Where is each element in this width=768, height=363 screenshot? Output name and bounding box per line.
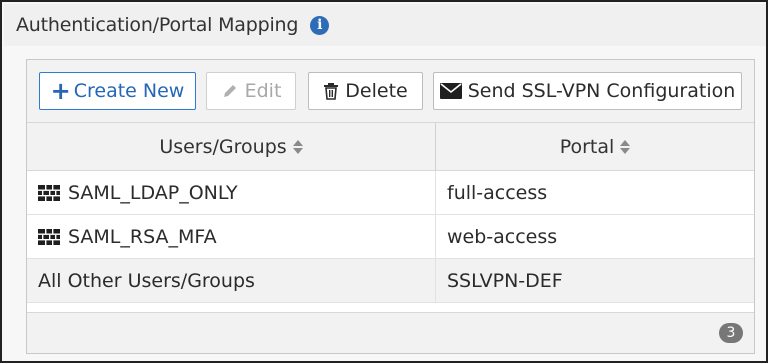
table-row[interactable]: SAML_LDAP_ONLY full-access (27, 171, 754, 215)
portal-name: web-access (447, 225, 558, 248)
users-groups-cell: All Other Users/Groups (27, 259, 436, 302)
plus-icon: + (50, 77, 71, 105)
table-row-all-other[interactable]: All Other Users/Groups SSLVPN-DEF (27, 259, 754, 303)
users-groups-cell: SAML_LDAP_ONLY (27, 171, 436, 214)
portal-cell: full-access (436, 171, 754, 214)
user-group-name: SAML_LDAP_ONLY (68, 181, 238, 204)
column-header-portal[interactable]: Portal (436, 123, 754, 170)
column-label: Users/Groups (159, 135, 287, 158)
delete-label: Delete (345, 80, 408, 102)
send-ssl-vpn-label: Send SSL-VPN Configuration (467, 80, 736, 102)
edit-label: Edit (244, 80, 282, 102)
portal-name: SSLVPN-DEF (447, 269, 563, 292)
column-label: Portal (559, 135, 615, 158)
delete-button[interactable]: Delete (308, 72, 423, 110)
create-new-label: Create New (73, 80, 185, 102)
user-group-name: All Other Users/Groups (38, 269, 255, 292)
user-group-icon (38, 184, 60, 201)
trash-icon (323, 82, 339, 100)
envelope-icon (439, 83, 462, 99)
mapping-frame: Authentication/Portal Mapping i + Create… (0, 0, 768, 363)
table-footer: 3 (27, 312, 754, 353)
section-title: Authentication/Portal Mapping (16, 14, 299, 36)
section-header: Authentication/Portal Mapping i (4, 4, 766, 46)
pencil-icon (221, 82, 239, 100)
row-count-badge: 3 (719, 323, 743, 343)
table-header: Users/Groups Portal (27, 122, 754, 171)
sort-icon (620, 139, 631, 154)
portal-cell: web-access (436, 215, 754, 258)
create-new-button[interactable]: + Create New (39, 72, 196, 110)
info-icon[interactable]: i (310, 15, 330, 35)
mapping-table: Users/Groups Portal SAML_LDAP_ONLY full-… (27, 122, 754, 303)
table-row[interactable]: SAML_RSA_MFA web-access (27, 215, 754, 259)
portal-cell: SSLVPN-DEF (436, 259, 754, 302)
edit-button[interactable]: Edit (206, 72, 296, 110)
toolbar: + Create New Edit Delete Send SSL-VPN Co… (27, 60, 754, 122)
send-ssl-vpn-config-button[interactable]: Send SSL-VPN Configuration (433, 72, 742, 110)
sort-icon (292, 139, 303, 154)
column-header-users-groups[interactable]: Users/Groups (27, 123, 436, 170)
user-group-icon (38, 228, 60, 245)
user-group-name: SAML_RSA_MFA (68, 225, 217, 248)
portal-name: full-access (447, 181, 548, 204)
users-groups-cell: SAML_RSA_MFA (27, 215, 436, 258)
mapping-panel: + Create New Edit Delete Send SSL-VPN Co… (26, 59, 755, 354)
